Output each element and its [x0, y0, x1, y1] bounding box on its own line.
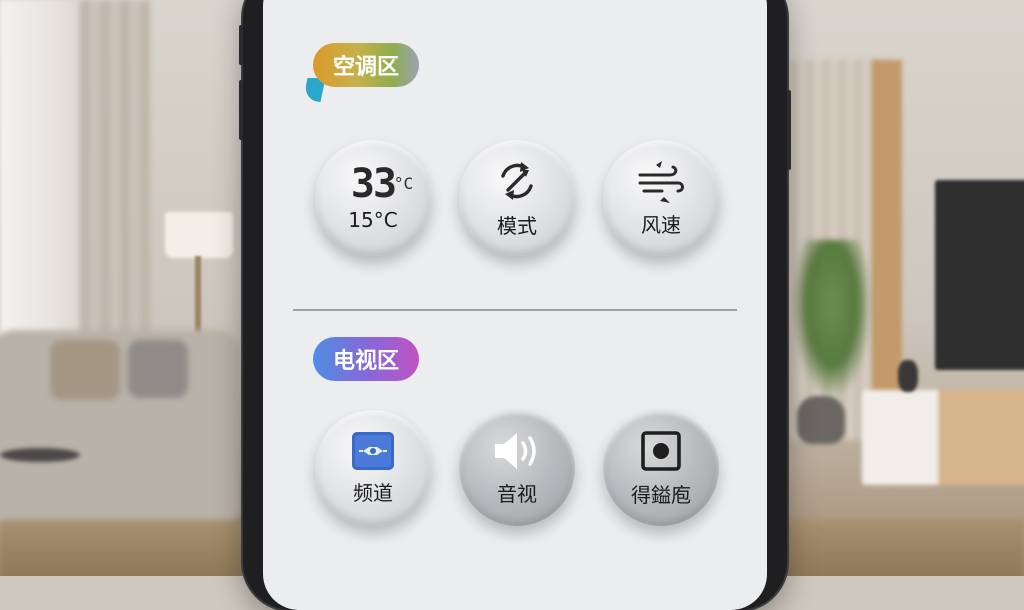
sofa: [0, 330, 240, 530]
section-divider: [293, 309, 737, 311]
cycle-arrows-icon: [494, 158, 540, 204]
volume-button[interactable]: 音视: [459, 410, 575, 526]
current-temperature: 33 °C: [350, 161, 413, 207]
side-table: [0, 448, 80, 462]
phone-side-button: [239, 25, 243, 65]
current-temperature-value: 33: [350, 161, 397, 207]
window: [0, 0, 90, 340]
channel-label: 频道: [353, 480, 393, 505]
fan-speed-label: 风速: [641, 212, 681, 237]
tv-cabinet: [862, 390, 1024, 485]
curtain: [80, 0, 150, 360]
floor-lamp-shade: [165, 212, 233, 258]
television: [935, 180, 1024, 370]
phone-frame: 空调区 33 °C 15°C 模式 风速 电视区 频道 音视 得鎰庖: [239, 0, 791, 610]
phone-power-button: [787, 90, 791, 170]
ac-section-label-text: 空调区: [333, 55, 400, 80]
ac-section-label: 空调区: [313, 43, 420, 87]
remote-control-screen: 空调区 33 °C 15°C 模式 风速 电视区 频道 音视 得鎰庖: [263, 0, 767, 610]
record-label: 得鎰庖: [631, 482, 691, 507]
speaker-icon: [491, 430, 543, 472]
plant-pot: [797, 396, 845, 444]
channel-button[interactable]: 频道: [315, 410, 431, 526]
cushion: [50, 340, 120, 400]
temperature-unit: °C: [393, 174, 414, 193]
phone-side-button: [239, 80, 243, 140]
plant: [792, 240, 872, 400]
record-button[interactable]: 得鎰庖: [603, 410, 719, 526]
temperature-button[interactable]: 33 °C 15°C: [315, 140, 431, 256]
wind-icon: [636, 159, 686, 203]
mode-button[interactable]: 模式: [459, 140, 575, 256]
fan-speed-button[interactable]: 风速: [603, 140, 719, 256]
mode-label: 模式: [497, 213, 537, 238]
cushion: [128, 340, 188, 398]
tv-section-label-text: 电视区: [333, 349, 400, 374]
volume-label: 音视: [497, 481, 537, 506]
vase: [898, 360, 918, 392]
channel-icon: [351, 431, 395, 471]
record-icon: [639, 429, 683, 473]
temperature-setpoint: 15°C: [348, 208, 398, 232]
tv-section-label: 电视区: [313, 337, 420, 381]
